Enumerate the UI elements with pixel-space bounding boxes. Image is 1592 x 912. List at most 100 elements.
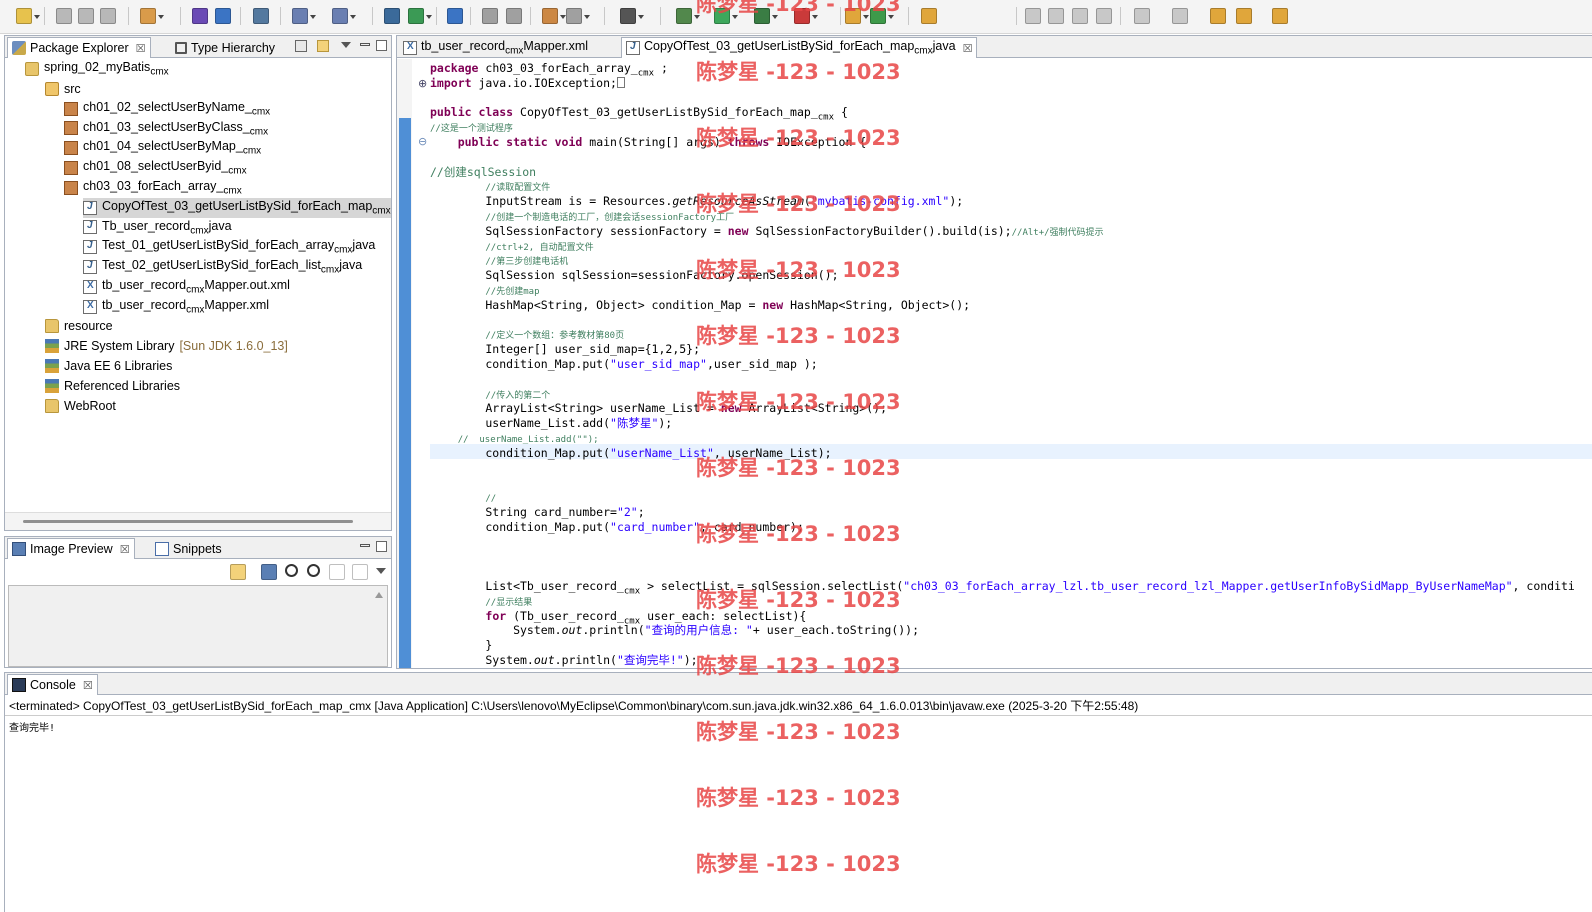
collapse-all-icon[interactable] xyxy=(295,40,307,52)
minimize-icon[interactable] xyxy=(360,544,370,547)
tree-item[interactable]: src xyxy=(45,79,81,99)
toggle-mark-icon[interactable] xyxy=(1096,8,1112,24)
tree-item-detail: [Sun JDK 1.6.0_13] xyxy=(179,339,288,354)
code-line: public class CopyOfTest_03_getUserListBy… xyxy=(430,105,848,123)
tab-java-editor[interactable]: CopyOfTest_03_getUserListBySid_forEach_m… xyxy=(621,37,978,58)
tree-item[interactable]: Referenced Libraries xyxy=(45,376,180,396)
close-icon[interactable]: ☒ xyxy=(136,42,146,55)
pin-editor-icon[interactable] xyxy=(1025,8,1041,24)
maximize-icon[interactable] xyxy=(376,541,387,552)
back-icon[interactable] xyxy=(1172,8,1188,24)
scroll-up-icon[interactable] xyxy=(375,592,383,598)
run-icon[interactable] xyxy=(332,8,356,24)
code-line: public static void main(String[] args) t… xyxy=(457,135,867,149)
link-with-editor-icon[interactable] xyxy=(317,40,329,52)
scrollbar-thumb[interactable] xyxy=(23,520,353,523)
sync-icon[interactable] xyxy=(230,564,246,580)
undo-icon[interactable] xyxy=(1236,8,1252,24)
expand-import-icon[interactable]: ⊕ xyxy=(418,77,427,90)
zoom-in-icon[interactable] xyxy=(307,564,320,577)
console-output[interactable]: 查询完毕! xyxy=(9,719,55,734)
open-task-icon[interactable] xyxy=(447,8,463,24)
open-type-icon[interactable] xyxy=(192,8,208,24)
tab-image-preview[interactable]: Image Preview ☒ xyxy=(7,538,135,559)
tree-item[interactable]: ch03_03_forEach_array_cmx xyxy=(64,178,242,198)
tab-package-explorer[interactable]: Package Explorer ☒ xyxy=(7,37,151,58)
tab-snippets[interactable]: Snippets xyxy=(151,538,226,559)
browse-icon[interactable] xyxy=(482,8,498,24)
print-icon[interactable] xyxy=(100,8,116,24)
debug-icon[interactable] xyxy=(253,8,269,24)
minimize-icon[interactable] xyxy=(360,43,370,46)
actual-size-icon[interactable] xyxy=(329,564,345,580)
tree-item[interactable]: resource xyxy=(45,316,113,336)
save-all-icon[interactable] xyxy=(78,8,94,24)
search-icon[interactable] xyxy=(292,8,316,24)
horizontal-scrollbar[interactable] xyxy=(5,512,391,530)
debug-last-icon[interactable] xyxy=(754,8,778,24)
tree-item[interactable]: Java EE 6 Libraries xyxy=(45,356,172,376)
package-icon xyxy=(64,101,78,116)
tree-item[interactable]: ch01_02_selectUserByName_cmx xyxy=(64,99,270,119)
close-icon[interactable]: ☒ xyxy=(83,679,93,692)
tomcat-icon[interactable] xyxy=(566,8,590,24)
tree-item[interactable]: Tb_user_recordcmxjava xyxy=(83,217,232,237)
open-type-hierarchy-icon[interactable] xyxy=(215,8,231,24)
view-menu-icon[interactable] xyxy=(376,568,386,574)
external-tools-icon[interactable] xyxy=(408,8,432,24)
fit-window-icon[interactable] xyxy=(352,564,368,580)
tree-item[interactable]: Test_02_getUserListBySid_forEach_listcmx… xyxy=(83,257,362,277)
web-browser-icon[interactable] xyxy=(620,8,644,24)
new-wizard-icon[interactable] xyxy=(16,8,40,24)
java-icon xyxy=(83,240,97,255)
run-last-icon[interactable] xyxy=(714,8,738,24)
snippets-icon xyxy=(155,541,169,556)
server-icon[interactable] xyxy=(506,8,522,24)
deploy-icon[interactable] xyxy=(542,8,566,24)
tree-item[interactable]: spring_02_myBatiscmx xyxy=(25,59,169,79)
zoom-out-icon[interactable] xyxy=(285,564,298,577)
toolbar-separator xyxy=(1120,7,1121,25)
code-editor[interactable]: package ch03_03_forEach_array_cmx ; impor… xyxy=(430,59,1592,668)
tree-item[interactable]: ch01_04_selectUserByMap_cmx xyxy=(64,138,261,158)
redo-icon[interactable] xyxy=(1272,8,1288,24)
tree-item[interactable]: CopyOfTest_03_getUserListBySid_forEach_m… xyxy=(83,197,391,218)
new-java-project-icon[interactable] xyxy=(140,8,164,24)
tree-item[interactable]: Test_01_getUserListBySid_forEach_arraycm… xyxy=(83,237,375,257)
save-icon[interactable] xyxy=(56,8,72,24)
next-annotation-icon[interactable] xyxy=(1048,8,1064,24)
code-line: //先创建map xyxy=(485,287,540,297)
folded-code-icon[interactable] xyxy=(616,76,625,88)
tree-item[interactable]: ch01_03_selectUserByClass_cmx xyxy=(64,118,268,138)
tree-item[interactable]: tb_user_recordcmxMapper.xml xyxy=(83,297,269,317)
tab-console[interactable]: Console ☒ xyxy=(7,674,98,695)
tree-item[interactable]: ch01_08_selectUserByid_cmx xyxy=(64,158,247,178)
undo-icon[interactable] xyxy=(845,8,869,24)
toolbar-separator xyxy=(180,7,181,25)
close-icon[interactable]: ☒ xyxy=(963,42,973,55)
tree-item[interactable]: JRE System Library [Sun JDK 1.6.0_13] xyxy=(45,336,288,356)
fit-image-icon[interactable] xyxy=(261,564,277,580)
tree-item[interactable]: WebRoot xyxy=(45,396,116,416)
last-edit-location-icon[interactable] xyxy=(1134,8,1150,24)
maximize-icon[interactable] xyxy=(376,40,387,51)
prev-annotation-icon[interactable] xyxy=(1072,8,1088,24)
image-preview-icon[interactable] xyxy=(676,8,700,24)
collapse-method-icon[interactable]: ⊖ xyxy=(418,135,427,148)
go-back-icon[interactable] xyxy=(870,8,894,24)
java-file-icon xyxy=(626,41,640,55)
tab-type-hierarchy[interactable]: Type Hierarchy xyxy=(171,37,279,58)
tree-item-label: spring_02_myBatiscmx xyxy=(44,60,169,78)
forward-icon[interactable] xyxy=(1210,8,1226,24)
code-line: //定义一个数组：参考教材第80页 xyxy=(485,331,625,342)
folder-icon xyxy=(45,319,59,334)
view-menu-icon[interactable] xyxy=(341,42,351,48)
tree-item[interactable]: tb_user_recordcmxMapper.out.xml xyxy=(83,277,290,297)
toolbar-separator xyxy=(470,7,471,25)
coverage-icon[interactable] xyxy=(384,8,400,24)
tree-item-label: ch01_02_selectUserByName_cmx xyxy=(83,99,271,118)
tab-mapper-xml[interactable]: tb_user_recordcmxMapper.xml xyxy=(399,37,592,58)
close-icon[interactable]: ☒ xyxy=(120,543,130,556)
go-forward-icon[interactable] xyxy=(921,8,937,24)
refresh-icon[interactable] xyxy=(794,8,818,24)
